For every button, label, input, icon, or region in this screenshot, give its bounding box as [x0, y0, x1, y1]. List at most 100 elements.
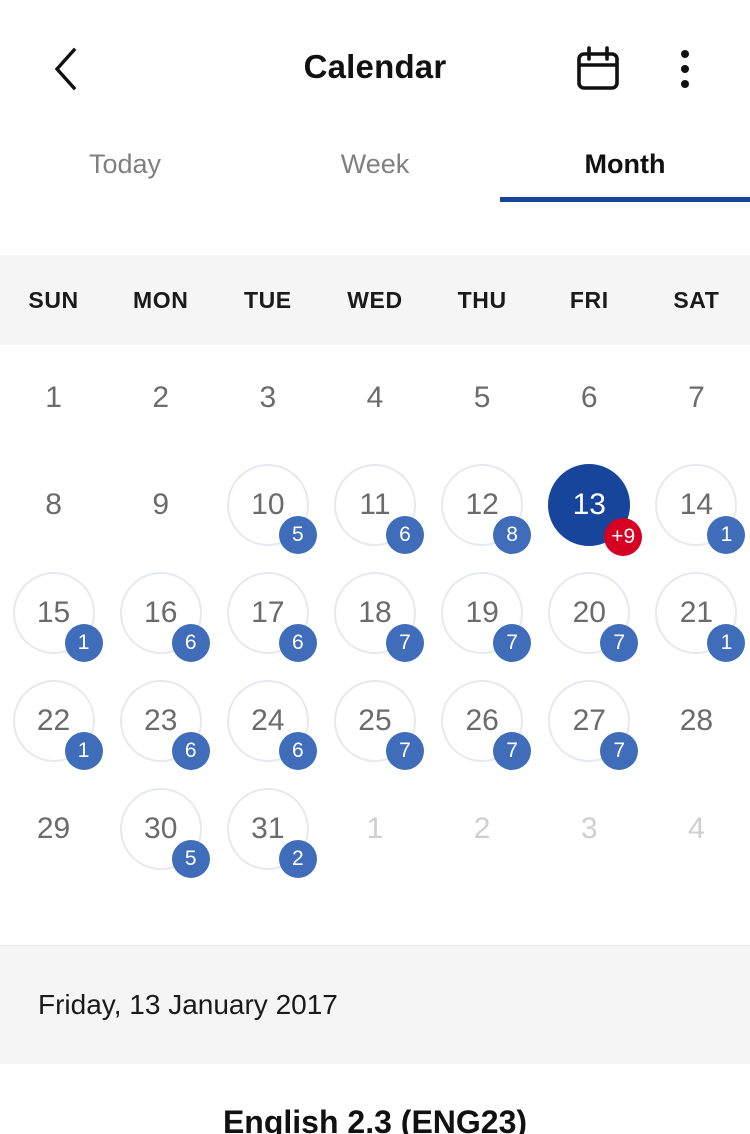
- page-title: Calendar: [303, 48, 447, 85]
- day-ring: 23 6: [119, 680, 210, 770]
- day-ring: 17 6: [226, 572, 317, 662]
- day-ring: 3: [550, 790, 628, 868]
- day-ring: 14 1: [655, 464, 746, 554]
- day-cell[interactable]: 29: [0, 775, 107, 883]
- event-count-badge: 7: [600, 732, 639, 770]
- day-number: 4: [366, 381, 384, 414]
- event-count-badge: 1: [64, 732, 103, 770]
- day-cell[interactable]: 20 7: [536, 559, 643, 667]
- day-cell[interactable]: 24 6: [214, 667, 321, 775]
- day-ring: 22 1: [12, 680, 103, 770]
- selected-date-label: Friday, 13 January 2017: [38, 989, 338, 1020]
- calendar-week-row: 8 9 10 5 11 6 12 8 13 +9 14 1: [0, 451, 750, 559]
- calendar-grid: 1 2 3 4 5 6 7 8 9 10 5 11 6 12 8 13 +9 14 1 15 1 16 6 17 6 18 7 19 7…: [0, 345, 750, 943]
- event-count-badge: 7: [600, 624, 639, 662]
- day-cell[interactable]: 26 7: [429, 667, 536, 775]
- day-number: 13: [572, 488, 606, 521]
- day-cell[interactable]: 8: [0, 451, 107, 559]
- day-ring: 1: [15, 359, 93, 437]
- day-number: 4: [688, 812, 705, 845]
- day-ring: 25 7: [333, 680, 424, 770]
- tab-month[interactable]: Month: [500, 124, 750, 204]
- day-cell[interactable]: 2: [107, 345, 214, 451]
- day-number: 6: [580, 381, 598, 414]
- day-ring: 16 6: [119, 572, 210, 662]
- day-ring: 29: [15, 790, 93, 868]
- event-title[interactable]: English 2.3 (ENG23): [0, 1100, 750, 1134]
- day-cell[interactable]: 15 1: [0, 559, 107, 667]
- day-ring: 3: [229, 359, 307, 437]
- day-cell[interactable]: 28: [643, 667, 750, 775]
- day-cell[interactable]: 3: [536, 775, 643, 883]
- day-cell[interactable]: 14 1: [643, 451, 750, 559]
- day-ring: 7: [657, 359, 735, 437]
- event-count-badge: 6: [278, 624, 317, 662]
- day-cell[interactable]: 9: [107, 451, 214, 559]
- day-cell[interactable]: 1: [0, 345, 107, 451]
- day-ring: 2: [443, 790, 521, 868]
- day-cell[interactable]: 16 6: [107, 559, 214, 667]
- day-ring: 12 8: [441, 464, 532, 554]
- day-number: 26: [465, 704, 499, 737]
- day-cell[interactable]: 27 7: [536, 667, 643, 775]
- event-count-badge: 1: [707, 624, 746, 662]
- day-cell[interactable]: 18 7: [321, 559, 428, 667]
- day-number: 9: [152, 488, 170, 521]
- day-cell[interactable]: 7: [643, 345, 750, 451]
- day-cell[interactable]: 1: [321, 775, 428, 883]
- event-count-badge: 2: [278, 840, 317, 878]
- tab-today[interactable]: Today: [0, 124, 250, 204]
- day-number: 11: [359, 488, 391, 521]
- day-cell[interactable]: 11 6: [321, 451, 428, 559]
- day-cell[interactable]: 12 8: [429, 451, 536, 559]
- day-ring: 2: [122, 359, 200, 437]
- day-number: 22: [36, 704, 71, 737]
- tab-week[interactable]: Week: [250, 124, 500, 204]
- calendar-week-row: 15 1 16 6 17 6 18 7 19 7 20 7 21 1: [0, 559, 750, 667]
- day-cell[interactable]: 3: [214, 345, 321, 451]
- weekday-thu: THU: [457, 286, 507, 313]
- calendar-button[interactable]: [568, 40, 628, 98]
- day-cell[interactable]: 6: [536, 345, 643, 451]
- day-number: 3: [580, 812, 598, 845]
- weekday-sun: SUN: [28, 286, 79, 313]
- day-cell[interactable]: 17 6: [214, 559, 321, 667]
- day-cell[interactable]: 25 7: [321, 667, 428, 775]
- event-overflow-badge: +9: [604, 518, 643, 556]
- day-ring: 4: [657, 790, 735, 868]
- day-cell[interactable]: 10 5: [214, 451, 321, 559]
- overflow-menu-button[interactable]: [656, 40, 714, 98]
- event-count-badge: 6: [278, 732, 317, 770]
- more-vertical-icon-dot: [681, 65, 689, 73]
- event-count-badge: 6: [385, 516, 424, 554]
- event-count-badge: 7: [385, 624, 424, 662]
- event-count-badge: 7: [493, 732, 532, 770]
- day-cell[interactable]: 21 1: [643, 559, 750, 667]
- day-ring: 31 2: [226, 788, 317, 878]
- day-cell[interactable]: 4: [321, 345, 428, 451]
- day-ring: 28: [657, 682, 735, 760]
- day-cell[interactable]: 4: [643, 775, 750, 883]
- day-number: 14: [679, 488, 714, 521]
- day-cell[interactable]: 2: [429, 775, 536, 883]
- day-cell[interactable]: 5: [429, 345, 536, 451]
- day-cell[interactable]: 13 +9: [536, 451, 643, 559]
- day-number: 18: [358, 596, 392, 629]
- weekday-wed: WED: [347, 286, 403, 313]
- selected-date-band: Friday, 13 January 2017: [0, 945, 750, 1064]
- day-cell[interactable]: 22 1: [0, 667, 107, 775]
- event-count-badge: 1: [707, 516, 746, 554]
- day-ring: 5: [443, 359, 521, 437]
- day-cell[interactable]: 30 5: [107, 775, 214, 883]
- day-ring: 26 7: [441, 680, 532, 770]
- day-number: 24: [251, 704, 285, 737]
- day-number: 31: [251, 812, 285, 845]
- more-vertical-icon-dot: [681, 80, 689, 88]
- weekday-header: SUN MON TUE WED THU FRI SAT: [0, 255, 750, 345]
- day-cell[interactable]: 19 7: [429, 559, 536, 667]
- day-cell[interactable]: 23 6: [107, 667, 214, 775]
- event-count-badge: 5: [171, 840, 210, 878]
- event-count-badge: 7: [493, 624, 532, 662]
- day-number: 25: [358, 704, 392, 737]
- day-cell[interactable]: 31 2: [214, 775, 321, 883]
